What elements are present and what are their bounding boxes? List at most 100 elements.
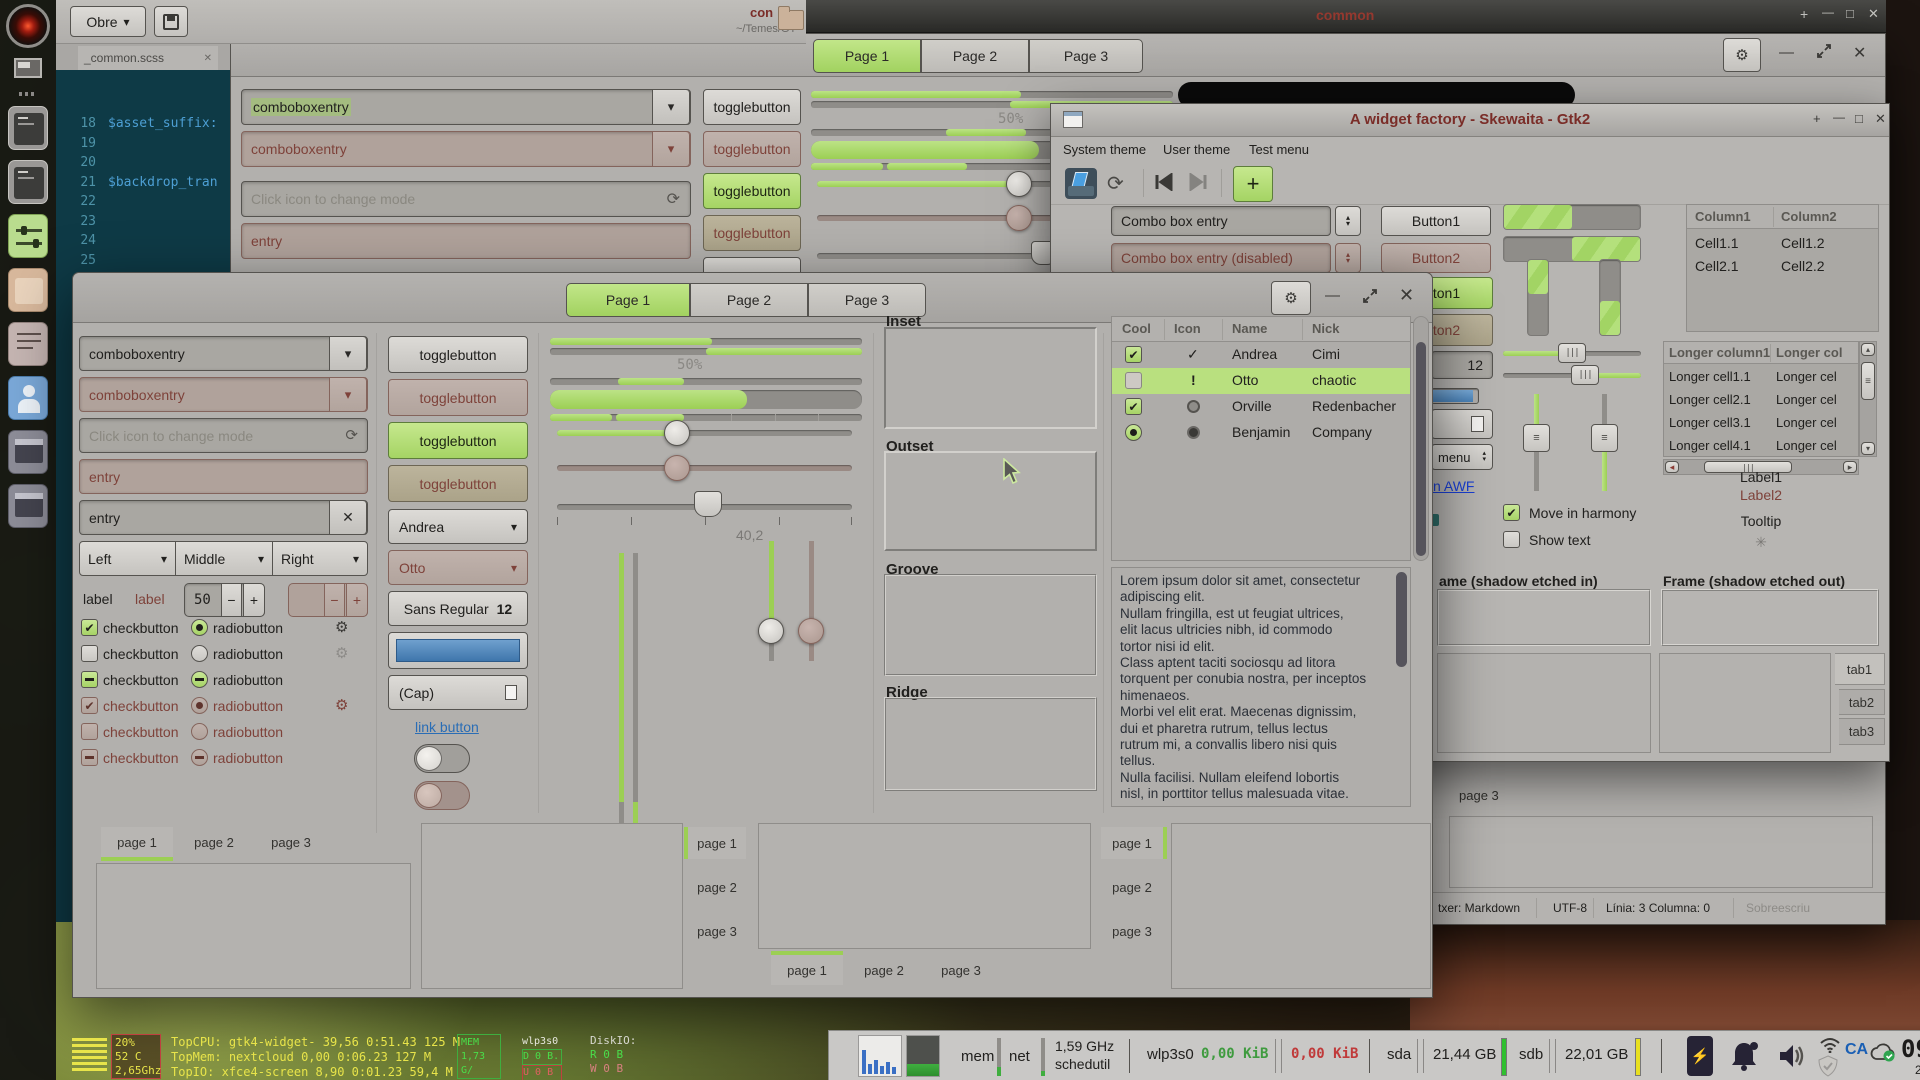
speaker-icon[interactable]	[1777, 1041, 1807, 1071]
hal-eye-icon[interactable]	[6, 4, 50, 48]
close-icon[interactable]: ✕	[1875, 111, 1886, 127]
minimize-icon[interactable]: —	[1325, 287, 1340, 304]
minimize-icon[interactable]: —	[1833, 110, 1845, 124]
maximize-icon[interactable]: □	[1855, 111, 1863, 126]
page2-tab[interactable]: page 2	[848, 955, 920, 985]
mem-label[interactable]: mem	[961, 1048, 994, 1065]
checkbutton-checked[interactable]: ✔	[81, 619, 98, 636]
scale-knob[interactable]	[664, 420, 690, 446]
minimize-icon[interactable]: —	[1779, 44, 1794, 61]
page1-tab-active[interactable]: page 1	[688, 827, 746, 859]
gear-button[interactable]: ⚙	[1271, 281, 1311, 315]
cell[interactable]: Cell1.1	[1695, 235, 1739, 251]
windows-icon[interactable]	[14, 58, 42, 78]
name-combo[interactable]: Andrea▾	[388, 509, 528, 544]
minimize-icon[interactable]: —	[1822, 5, 1834, 19]
radiobutton-label[interactable]: radiobutton	[213, 646, 283, 662]
dock-handle[interactable]	[19, 92, 37, 96]
shield-icon[interactable]	[1817, 1055, 1839, 1077]
open-button[interactable]: Obre▾	[70, 6, 146, 37]
checkbox-harmony-label[interactable]: Move in harmony	[1529, 505, 1636, 521]
menu-combo[interactable]: menu ▴▾	[1431, 444, 1493, 470]
textview-scroll-thumb[interactable]	[1396, 572, 1407, 667]
gtk2-titlebar[interactable]: A widget factory - Skewaita - Gtk2 + — □…	[1051, 104, 1889, 137]
togglebutton-active[interactable]: togglebutton	[388, 422, 528, 459]
gear-icon[interactable]: ⚙	[335, 620, 348, 635]
mixer-icon[interactable]	[8, 214, 48, 258]
close-icon[interactable]: ✕	[1399, 285, 1414, 306]
tab-page1[interactable]: Page 1	[566, 283, 690, 317]
files-icon[interactable]	[8, 268, 48, 312]
net-label[interactable]: net	[1009, 1048, 1030, 1065]
checkbox-showtext-label[interactable]: Show text	[1529, 532, 1590, 548]
maximize-icon[interactable]	[1815, 42, 1833, 60]
treeview-1[interactable]: Column1 Column2 Cell1.1 Cell1.2 Cell2.1 …	[1686, 204, 1879, 332]
cell[interactable]: Longer cell3.1	[1669, 415, 1751, 430]
close-icon[interactable]: ✕	[1868, 6, 1879, 22]
gear-button[interactable]: ⚙	[1723, 38, 1761, 72]
checkbutton-label[interactable]: checkbutton	[103, 672, 179, 688]
vscroll-thumb[interactable]: ≡	[1861, 362, 1875, 400]
cpu-graph[interactable]	[858, 1035, 902, 1077]
vscroll-thumb[interactable]	[1416, 342, 1426, 556]
close-icon[interactable]: ✕	[1853, 43, 1866, 63]
column-header[interactable]: Longer column1	[1669, 345, 1770, 360]
spinbutton-12[interactable]: 12	[1431, 351, 1493, 379]
tab2[interactable]: tab2	[1839, 689, 1885, 715]
table-row[interactable]: Benjamin Company	[1112, 420, 1410, 446]
cell[interactable]: Longer cell1.1	[1669, 369, 1751, 384]
spin-minus[interactable]: −	[221, 583, 242, 617]
menu-user-theme[interactable]: User theme	[1163, 142, 1230, 157]
scale[interactable]	[557, 430, 852, 436]
notes-icon[interactable]	[8, 322, 48, 366]
tab-page3[interactable]: Page 3	[808, 283, 926, 317]
go-first-icon[interactable]	[1153, 173, 1175, 191]
window-2-icon[interactable]	[8, 484, 48, 528]
spinbutton[interactable]: 50 − +	[184, 583, 265, 617]
combo-left[interactable]: Left▾	[79, 541, 176, 576]
combo-middle[interactable]: Middle▾	[175, 541, 273, 576]
stick-icon[interactable]: +	[1813, 111, 1821, 126]
font-button[interactable]: Sans Regular12	[388, 591, 528, 626]
comboboxentry[interactable]: comboboxentry ▾	[79, 336, 368, 371]
cloud-sync-icon[interactable]	[1869, 1041, 1897, 1063]
cell[interactable]: Longer cel	[1776, 438, 1837, 453]
clear-icon[interactable]: ✕	[329, 500, 367, 535]
treeview[interactable]: Cool Icon Name Nick ✔ ✓ Andrea Cimi ! Ot…	[1111, 316, 1411, 561]
cell[interactable]: Cell1.2	[1781, 235, 1825, 251]
checkbox-harmony[interactable]: ✔	[1503, 504, 1520, 521]
radiobutton-label[interactable]: radiobutton	[213, 620, 283, 636]
checkbutton-label[interactable]: checkbutton	[103, 646, 179, 662]
tab-page2[interactable]: Page 2	[690, 283, 808, 317]
column-nick[interactable]: Nick	[1312, 321, 1339, 336]
window-1-icon[interactable]	[8, 430, 48, 474]
column-header[interactable]: Column2	[1781, 209, 1837, 224]
terminal-1-icon[interactable]	[8, 106, 48, 150]
refresh-icon[interactable]: ⟳	[345, 426, 358, 444]
tab1[interactable]: tab1	[1835, 653, 1885, 685]
open-tool-icon[interactable]	[1065, 168, 1097, 199]
table-vscrollbar[interactable]	[1413, 316, 1429, 561]
refresh-icon[interactable]: ⟳	[1107, 171, 1124, 196]
hslider-2-grip[interactable]: |||	[1571, 365, 1599, 385]
spin-plus[interactable]: +	[243, 583, 265, 617]
vslider-knob[interactable]	[758, 618, 784, 644]
radiobutton-label[interactable]: radiobutton	[213, 672, 283, 688]
page1-tab-active[interactable]: page 1	[1101, 827, 1163, 859]
scroll-down-icon[interactable]: ▾	[1861, 442, 1875, 455]
tab-page3-bottom[interactable]: page 3	[1449, 779, 1529, 811]
page3-tab[interactable]: page 3	[688, 915, 746, 947]
entry-clearable[interactable]: entry ✕	[79, 500, 368, 535]
link-button[interactable]: link button	[415, 719, 479, 735]
page3-tab[interactable]: page 3	[255, 827, 327, 857]
page3-tab[interactable]: page 3	[925, 955, 997, 985]
page2-tab[interactable]: page 2	[1101, 871, 1163, 903]
switch-off[interactable]	[414, 744, 470, 773]
radiobutton-unselected[interactable]	[191, 645, 208, 662]
maximize-icon[interactable]: □	[1846, 6, 1854, 21]
checkbutton-mixed[interactable]	[81, 671, 98, 688]
button1[interactable]: Button1	[1381, 206, 1491, 236]
table-row[interactable]: ✔ ✓ Andrea Cimi	[1112, 342, 1410, 368]
bell-icon[interactable]	[1727, 1039, 1761, 1073]
column-name[interactable]: Name	[1232, 321, 1267, 336]
